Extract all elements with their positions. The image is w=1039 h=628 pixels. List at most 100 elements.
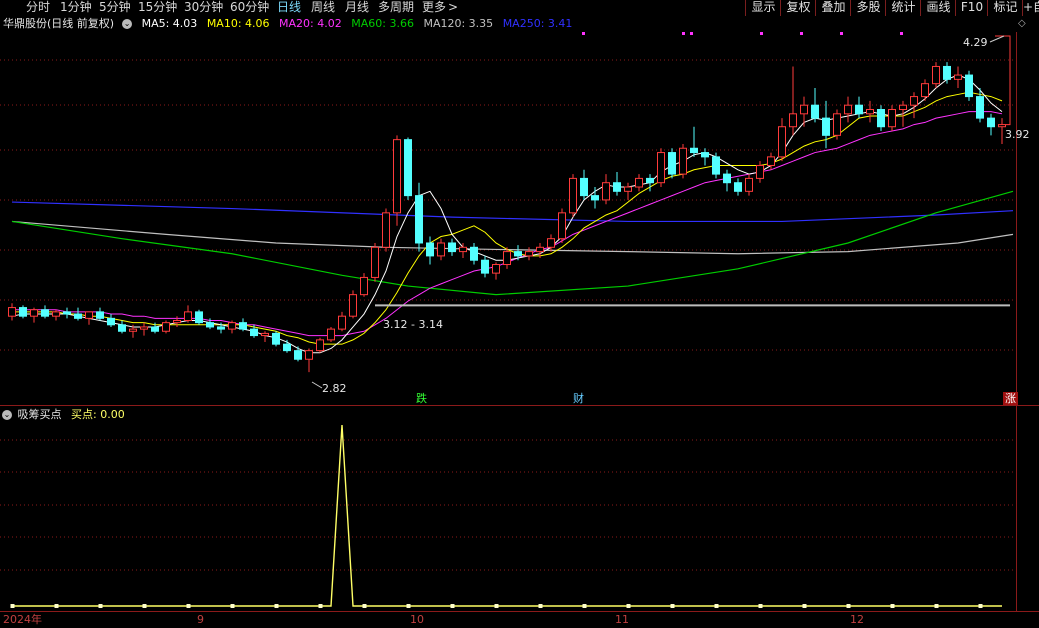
candle bbox=[63, 307, 71, 319]
range-label: 3.12 - 3.14 bbox=[383, 318, 443, 331]
candle bbox=[712, 152, 720, 179]
candle bbox=[855, 96, 863, 119]
candle bbox=[800, 96, 808, 127]
indicator-dot bbox=[362, 604, 367, 608]
candle-body bbox=[272, 332, 280, 345]
candle bbox=[448, 238, 456, 256]
candle bbox=[910, 92, 918, 119]
candle-body bbox=[129, 328, 137, 332]
candle-body bbox=[580, 177, 588, 197]
candle-body bbox=[701, 152, 709, 158]
candle-body bbox=[954, 74, 962, 80]
candle bbox=[525, 247, 533, 261]
candle bbox=[701, 148, 709, 166]
event-dot bbox=[690, 32, 693, 35]
drop-signal[interactable]: 跌 bbox=[416, 392, 427, 405]
indicator-line bbox=[12, 424, 1002, 607]
indicator-dot bbox=[318, 604, 323, 608]
candle-body bbox=[173, 319, 181, 324]
candle-body bbox=[195, 311, 203, 324]
candle bbox=[19, 305, 27, 319]
candle bbox=[360, 273, 368, 297]
candle bbox=[602, 174, 610, 205]
candle bbox=[415, 182, 423, 252]
candle bbox=[734, 178, 742, 196]
candle-body bbox=[679, 147, 687, 175]
x-label-dec: 12 bbox=[850, 613, 864, 626]
indicator-dot bbox=[98, 604, 103, 608]
ma20-line bbox=[12, 111, 1003, 337]
candle-body bbox=[492, 264, 500, 274]
candle-body bbox=[745, 177, 753, 192]
candle-body bbox=[690, 147, 698, 154]
candle-body bbox=[19, 307, 27, 317]
candle-body bbox=[316, 339, 324, 352]
low-leader bbox=[311, 381, 323, 389]
candle-body bbox=[855, 104, 863, 115]
indicator-dot bbox=[274, 604, 279, 608]
event-dot bbox=[800, 32, 803, 35]
candle-body bbox=[833, 113, 841, 136]
candle bbox=[96, 307, 104, 321]
candle bbox=[283, 339, 291, 353]
candle bbox=[327, 326, 335, 343]
candle bbox=[580, 169, 588, 200]
candle bbox=[261, 331, 269, 343]
candle bbox=[844, 96, 852, 123]
candle-body bbox=[283, 343, 291, 352]
candle-body bbox=[998, 124, 1006, 128]
candle bbox=[305, 348, 313, 373]
candle-body bbox=[932, 65, 940, 85]
x-label-oct: 10 bbox=[410, 613, 424, 626]
candle-body bbox=[877, 109, 885, 128]
event-dot bbox=[682, 32, 685, 35]
candle-body bbox=[96, 311, 104, 319]
candle-body bbox=[910, 96, 918, 106]
indicator-dot bbox=[494, 604, 499, 608]
candle-body bbox=[151, 326, 159, 332]
settings-circle-icon[interactable]: ⌄ bbox=[2, 410, 12, 420]
candle-body bbox=[635, 177, 643, 188]
candle-body bbox=[591, 195, 599, 201]
candle bbox=[393, 135, 401, 226]
candle-body bbox=[976, 96, 984, 119]
candle-body bbox=[371, 246, 379, 278]
candle bbox=[954, 66, 962, 88]
candle bbox=[492, 262, 500, 280]
finance-signal[interactable]: 财 bbox=[573, 392, 584, 405]
candle-body bbox=[206, 322, 214, 328]
rise-signal[interactable]: 涨 bbox=[1003, 392, 1018, 405]
candle-body bbox=[217, 326, 225, 330]
indicator-name: 吸筹买点 bbox=[17, 408, 62, 421]
candle bbox=[888, 105, 896, 132]
candle bbox=[349, 290, 357, 319]
candle-body bbox=[481, 259, 489, 274]
indicator-dot bbox=[978, 604, 983, 608]
candle bbox=[41, 305, 49, 319]
x-label-nov: 11 bbox=[615, 613, 629, 626]
candle bbox=[558, 208, 566, 243]
candle bbox=[481, 255, 489, 278]
candle-body bbox=[668, 152, 676, 175]
candle-body bbox=[723, 173, 731, 184]
x-label-2024: 2024年 bbox=[3, 613, 42, 626]
candle-body bbox=[41, 309, 49, 317]
candle bbox=[184, 305, 192, 323]
candle bbox=[657, 148, 665, 188]
candle bbox=[52, 309, 60, 321]
x-label-sep: 9 bbox=[197, 613, 204, 626]
indicator-dot bbox=[714, 604, 719, 608]
candle bbox=[811, 87, 819, 123]
candlestick-chart[interactable] bbox=[0, 0, 1039, 628]
candle-body bbox=[228, 322, 236, 330]
candle-body bbox=[85, 311, 93, 319]
candle-body bbox=[888, 109, 896, 128]
candle bbox=[74, 307, 82, 321]
candle bbox=[140, 322, 148, 336]
candle-body bbox=[437, 242, 445, 257]
candle bbox=[987, 113, 995, 136]
ma5-line bbox=[11, 74, 1003, 354]
candle bbox=[569, 174, 577, 218]
candle bbox=[195, 309, 203, 325]
candle-body bbox=[811, 104, 819, 119]
